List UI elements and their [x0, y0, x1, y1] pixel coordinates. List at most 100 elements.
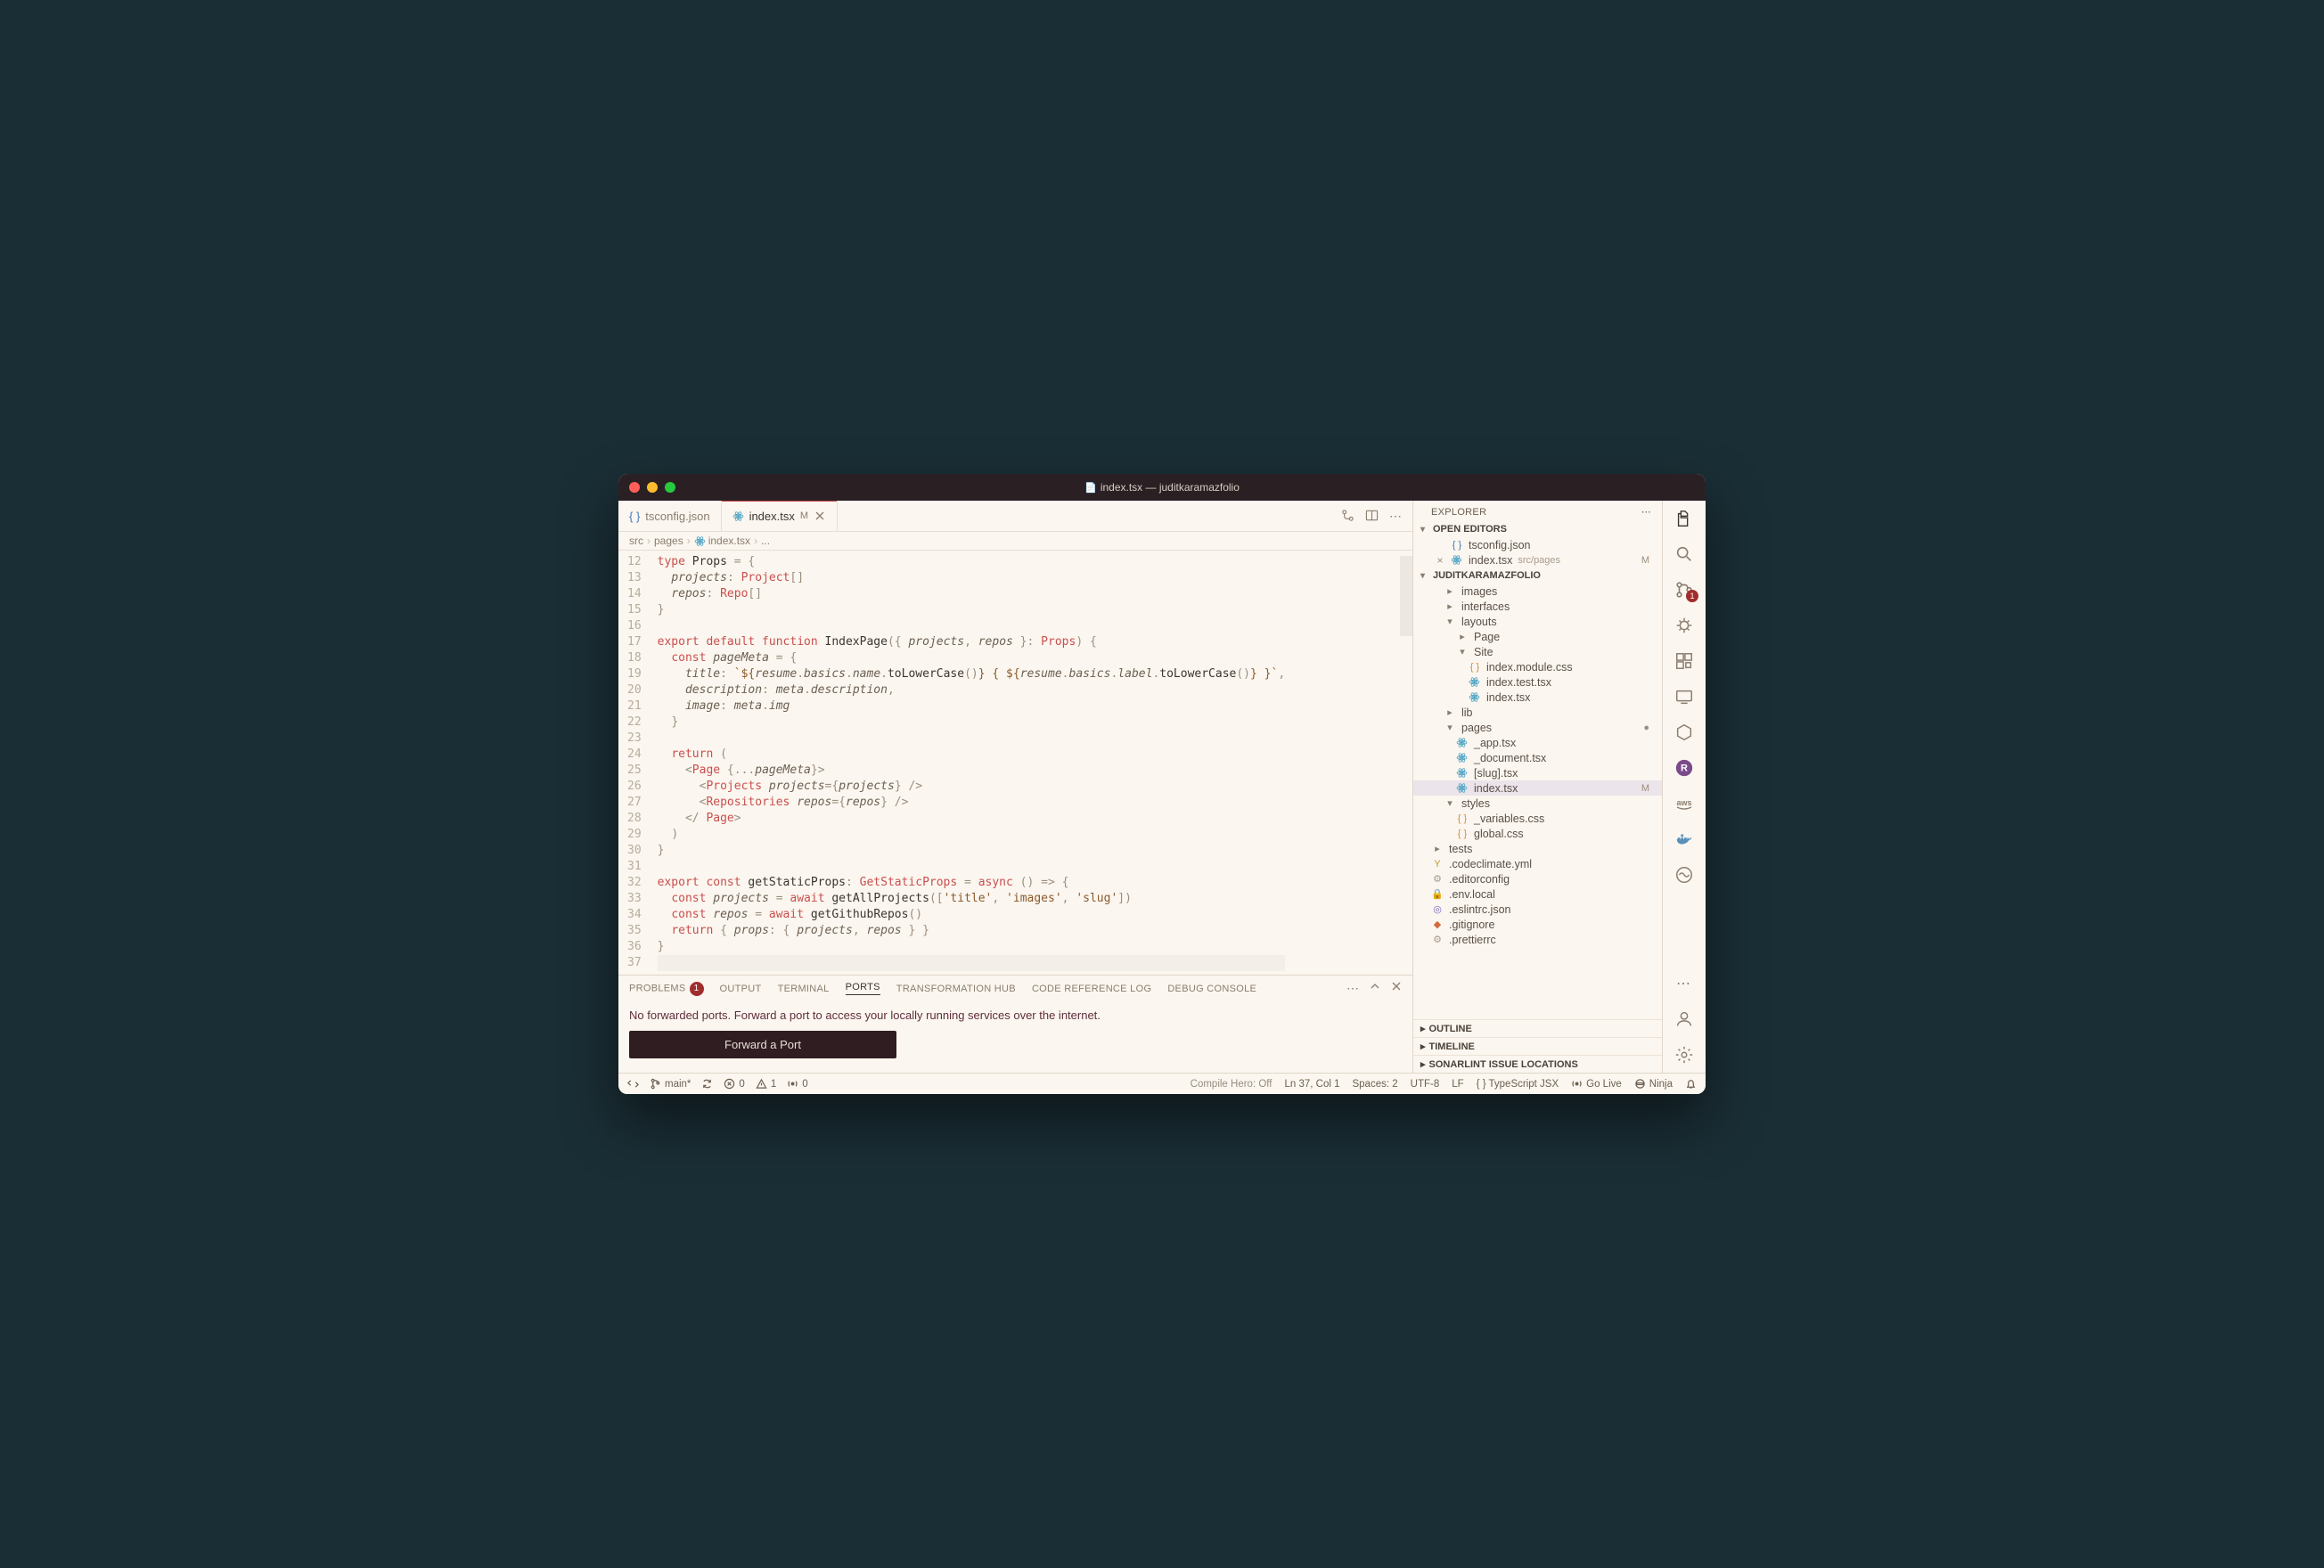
folder-item[interactable]: ▸lib — [1413, 705, 1662, 720]
panel-tab-debug-console[interactable]: DEBUG CONSOLE — [1167, 984, 1256, 994]
forward-port-button[interactable]: Forward a Port — [629, 1031, 896, 1058]
panel-tab-terminal[interactable]: TERMINAL — [778, 984, 830, 994]
file-item[interactable]: { }index.module.css — [1413, 659, 1662, 674]
hexagon-icon[interactable] — [1673, 722, 1695, 743]
explorer-icon[interactable] — [1673, 508, 1695, 529]
file-item[interactable]: index.tsx — [1413, 690, 1662, 705]
close-editor-icon[interactable]: × — [1435, 554, 1445, 567]
file-item[interactable]: _app.tsx — [1413, 735, 1662, 750]
panel-tab-output[interactable]: OUTPUT — [720, 984, 762, 994]
status-radio[interactable]: 0 — [787, 1078, 807, 1090]
aws-icon[interactable]: aws — [1673, 793, 1695, 814]
open-editors-section[interactable]: ▾OPEN EDITORS — [1413, 521, 1662, 537]
status-warning[interactable]: 1 — [756, 1078, 776, 1090]
breadcrumb-item[interactable]: index.tsx — [694, 535, 750, 547]
titlebar[interactable]: index.tsx — juditkaramazfolio — [618, 474, 1706, 501]
status-bell[interactable] — [1685, 1078, 1697, 1090]
file-item[interactable]: { }global.css — [1413, 826, 1662, 841]
panel-tab-problems[interactable]: PROBLEMS1 — [629, 982, 704, 996]
status-compile-hero-off[interactable]: Compile Hero: Off — [1191, 1078, 1272, 1090]
close-tab-icon[interactable] — [814, 510, 826, 522]
file-item[interactable]: _document.tsx — [1413, 750, 1662, 765]
breadcrumbs[interactable]: src›pages›index.tsx›... — [618, 532, 1412, 551]
status-sync[interactable] — [701, 1078, 713, 1090]
panel-tab-code-reference-log[interactable]: CODE REFERENCE LOG — [1032, 984, 1151, 994]
maximize-window-button[interactable] — [665, 482, 675, 493]
section-timeline[interactable]: ▸TIMELINE — [1413, 1037, 1662, 1055]
folder-item[interactable]: ▸interfaces — [1413, 599, 1662, 614]
status-go-live[interactable]: Go Live — [1571, 1078, 1622, 1090]
section-sonarlint-issue-locations[interactable]: ▸SONARLINT ISSUE LOCATIONS — [1413, 1055, 1662, 1073]
section-outline[interactable]: ▸OUTLINE — [1413, 1019, 1662, 1037]
folder-item[interactable]: ▾pages● — [1413, 720, 1662, 735]
panel-more-icon[interactable]: ⋯ — [1346, 981, 1359, 996]
debug-icon[interactable] — [1673, 615, 1695, 636]
status-error[interactable]: 0 — [724, 1078, 744, 1090]
status--typescript-jsx[interactable]: { } TypeScript JSX — [1477, 1078, 1559, 1090]
item-label: index.tsx — [1474, 782, 1518, 795]
item-label: lib — [1461, 706, 1473, 719]
status-ninja[interactable]: Ninja — [1634, 1078, 1673, 1090]
item-label: _app.tsx — [1474, 737, 1516, 749]
extensions-icon[interactable] — [1673, 650, 1695, 672]
file-item[interactable]: index.test.tsx — [1413, 674, 1662, 690]
docker-icon[interactable] — [1673, 829, 1695, 850]
explorer-more-icon[interactable]: ⋯ — [1641, 506, 1651, 518]
status-branch[interactable]: main* — [650, 1078, 691, 1090]
settings-icon[interactable] — [1673, 1044, 1695, 1066]
folder-item[interactable]: ▾Site — [1413, 644, 1662, 659]
status-utf-8[interactable]: UTF-8 — [1411, 1078, 1440, 1090]
status-remote[interactable] — [627, 1078, 639, 1090]
file-item[interactable]: 🔒.env.local — [1413, 886, 1662, 902]
editor-tab-index-tsx[interactable]: index.tsxM — [722, 501, 838, 531]
panel-tab-transformation-hub[interactable]: TRANSFORMATION HUB — [896, 984, 1016, 994]
status-spaces-2[interactable]: Spaces: 2 — [1352, 1078, 1397, 1090]
file-item[interactable]: index.tsxM — [1413, 780, 1662, 796]
wave-icon[interactable] — [1673, 864, 1695, 886]
source-control-icon[interactable]: 1 — [1673, 579, 1695, 600]
close-window-button[interactable] — [629, 482, 640, 493]
compare-changes-icon[interactable] — [1341, 509, 1354, 524]
panel-close-icon[interactable] — [1391, 981, 1402, 996]
file-item[interactable]: ⚙.prettierrc — [1413, 932, 1662, 947]
line-gutter: 1213141516171819202122232425262728293031… — [618, 551, 658, 975]
editor-tab-tsconfig-json[interactable]: { }tsconfig.json — [618, 501, 722, 531]
remote-icon[interactable] — [1673, 686, 1695, 707]
split-editor-icon[interactable] — [1365, 509, 1379, 524]
folder-item[interactable]: ▾styles — [1413, 796, 1662, 811]
more-actions-icon[interactable]: ⋯ — [1389, 509, 1402, 524]
file-tree[interactable]: ▸images▸interfaces▾layouts▸Page▾Site{ }i… — [1413, 584, 1662, 1019]
panel-tab-ports[interactable]: PORTS — [846, 982, 880, 995]
code-content[interactable]: type Props = { projects: Project[] repos… — [658, 551, 1286, 975]
file-item[interactable]: ◆.gitignore — [1413, 917, 1662, 932]
activity-bar: 1 Raws ⋯ — [1663, 501, 1706, 1073]
file-item[interactable]: Y.codeclimate.yml — [1413, 856, 1662, 871]
panel-maximize-icon[interactable] — [1370, 981, 1380, 996]
panel-tabs: PROBLEMS1 OUTPUT TERMINAL PORTS TRANSFORMATI… — [618, 976, 1412, 1001]
breadcrumb-item[interactable]: ... — [761, 535, 770, 547]
status-lf[interactable]: LF — [1452, 1078, 1463, 1090]
file-item[interactable]: ◎.eslintrc.json — [1413, 902, 1662, 917]
file-item[interactable]: { }_variables.css — [1413, 811, 1662, 826]
minimize-window-button[interactable] — [647, 482, 658, 493]
account-icon[interactable] — [1673, 1009, 1695, 1030]
breadcrumb-item[interactable]: pages — [654, 535, 683, 547]
more-icon[interactable]: ⋯ — [1673, 973, 1695, 994]
file-item[interactable]: [slug].tsx — [1413, 765, 1662, 780]
status-ln-37-col-1[interactable]: Ln 37, Col 1 — [1284, 1078, 1339, 1090]
open-editor-item[interactable]: ×index.tsx src/pagesM — [1413, 552, 1662, 568]
file-item[interactable]: ⚙.editorconfig — [1413, 871, 1662, 886]
item-label: .env.local — [1449, 888, 1495, 901]
folder-item[interactable]: ▸tests — [1413, 841, 1662, 856]
search-icon[interactable] — [1673, 543, 1695, 565]
code-editor[interactable]: 1213141516171819202122232425262728293031… — [618, 551, 1412, 975]
breadcrumb-item[interactable]: src — [629, 535, 643, 547]
explorer-sidebar: EXPLORER ⋯ ▾OPEN EDITORS { }tsconfig.jso… — [1413, 501, 1663, 1073]
open-editor-item[interactable]: { }tsconfig.json — [1413, 537, 1662, 552]
folder-item[interactable]: ▸Page — [1413, 629, 1662, 644]
project-section[interactable]: ▾JUDITKARAMAZFOLIO — [1413, 568, 1662, 584]
r-icon[interactable]: R — [1673, 757, 1695, 779]
folder-item[interactable]: ▸images — [1413, 584, 1662, 599]
minimap-scrollbar[interactable] — [1400, 556, 1412, 636]
folder-item[interactable]: ▾layouts — [1413, 614, 1662, 629]
